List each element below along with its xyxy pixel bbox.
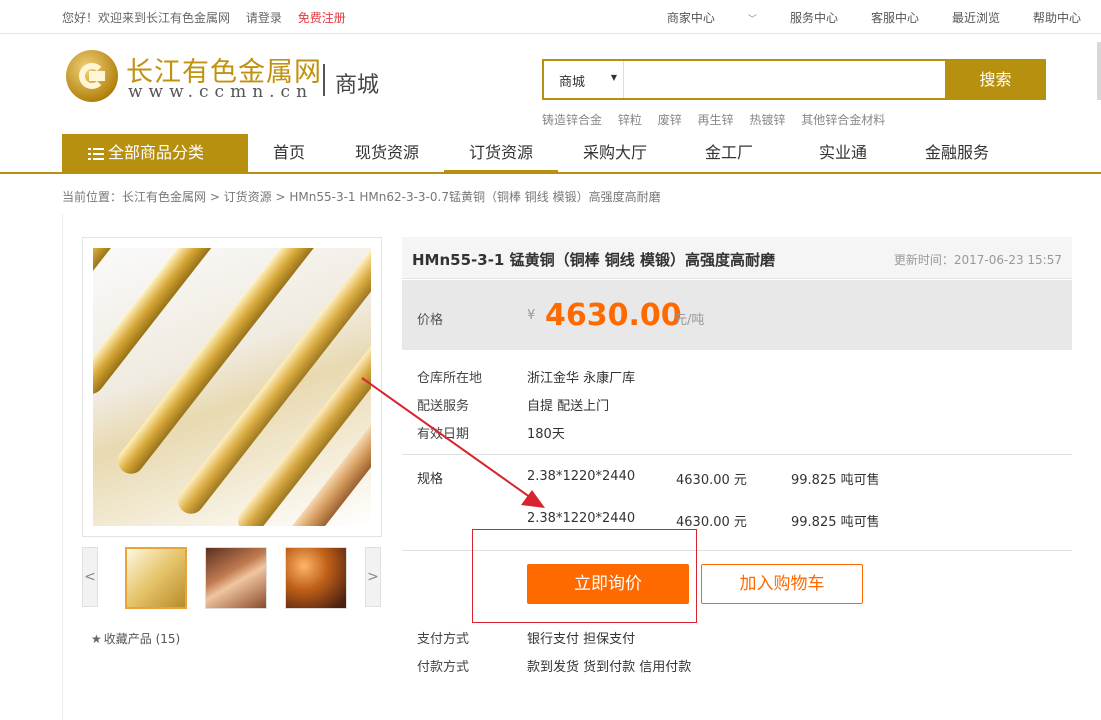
- hot-keywords: 铸造锌合金 锌粒 废锌 再生锌 热镀锌 其他锌合金材料: [542, 111, 897, 128]
- hotword-link[interactable]: 热镀锌: [749, 113, 785, 127]
- logo-divider: [323, 64, 325, 96]
- search-box: 商城 ▼ 搜索: [542, 59, 1046, 100]
- spec-stock: 99.825 吨可售: [791, 515, 880, 530]
- thumbnail-2[interactable]: [205, 547, 267, 609]
- hotword-link[interactable]: 锌粒: [618, 113, 642, 127]
- currency-symbol: ¥: [527, 308, 536, 323]
- price-bar: 价格 ¥ 4630.00 元/吨: [402, 280, 1072, 350]
- info-row-payment-terms: 付款方式 款到发货 货到付款 信用付款: [417, 660, 692, 675]
- hotword-link[interactable]: 其他锌合金材料: [801, 113, 885, 127]
- price-unit: 元/吨: [674, 313, 705, 328]
- hotword-link[interactable]: 再生锌: [698, 113, 734, 127]
- spec-label: 规格: [417, 472, 444, 487]
- update-time: 更新时间：2017-06-23 15:57: [893, 253, 1062, 267]
- favorite-button[interactable]: ★ 收藏产品 (15): [91, 630, 180, 647]
- nav-item-industry[interactable]: 实业通: [786, 134, 900, 172]
- spec-price: 4630.00 元: [676, 473, 747, 488]
- product-main-image[interactable]: [82, 237, 382, 537]
- spec-price: 4630.00 元: [676, 515, 747, 530]
- top-bar-links: 商家中心 ﹀ 服务中心 客服中心 最近浏览 帮助中心: [601, 9, 1081, 26]
- chevron-down-icon: ﹀: [747, 15, 757, 25]
- logo-url: www.ccmn.cn: [128, 82, 314, 102]
- seller-center-link[interactable]: 商家中心 ﹀: [634, 9, 757, 26]
- menu-icon: [88, 148, 104, 160]
- info-row-delivery: 配送服务 自提 配送上门: [417, 399, 610, 414]
- spec-size: 2.38*1220*2440: [527, 511, 636, 526]
- top-bar-left: 您好！欢迎来到长江有色金属网 请登录 免费注册: [62, 9, 358, 26]
- info-row-validity: 有效日期 180天: [417, 427, 565, 442]
- top-bar: 您好！欢迎来到长江有色金属网 请登录 免费注册 商家中心 ﹀ 服务中心 客服中心 …: [0, 0, 1101, 34]
- thumbs-prev-button[interactable]: <: [82, 547, 98, 607]
- breadcrumb: 当前位置：长江有色金属网 > 订货资源 > HMn55-3-1 HMn62-3-…: [62, 190, 661, 204]
- all-categories-button[interactable]: 全部商品分类: [62, 134, 248, 172]
- register-link[interactable]: 免费注册: [298, 11, 346, 25]
- search-button[interactable]: 搜索: [945, 59, 1046, 100]
- product-title: HMn55-3-1 锰黄铜（铜棒 铜线 模锻）高强度高耐磨: [412, 251, 776, 269]
- divider: [402, 454, 1072, 455]
- nav-item-factory[interactable]: 金工厂: [672, 134, 786, 172]
- brass-rods-photo: [93, 248, 371, 526]
- annotation-highlight-box: [472, 529, 697, 623]
- product-title-bar: HMn55-3-1 锰黄铜（铜棒 铜线 模锻）高强度高耐磨 更新时间：2017-…: [402, 237, 1072, 279]
- search-category-select[interactable]: 商城 ▼: [544, 61, 624, 98]
- spec-stock: 99.825 吨可售: [791, 473, 880, 488]
- nav-item-spot[interactable]: 现货资源: [330, 134, 444, 172]
- thumbnail-3[interactable]: [285, 547, 347, 609]
- thumbs-next-button[interactable]: >: [365, 547, 381, 607]
- price-value: 4630.00: [545, 298, 682, 333]
- customer-service-link[interactable]: 客服中心: [871, 9, 919, 26]
- scrollbar[interactable]: [1097, 42, 1101, 100]
- thumbnail-1[interactable]: [125, 547, 187, 609]
- info-row-warehouse: 仓库所在地 浙江金华 永康厂库: [417, 371, 636, 386]
- dropdown-arrow-icon: ▼: [610, 73, 617, 82]
- nav-items: 首页 现货资源 订货资源 采购大厅 金工厂 实业通 金融服务: [248, 134, 1014, 172]
- hotword-link[interactable]: 铸造锌合金: [542, 113, 602, 127]
- nav-item-home[interactable]: 首页: [248, 134, 330, 172]
- recent-views-link[interactable]: 最近浏览: [952, 9, 1000, 26]
- hotword-link[interactable]: 废锌: [658, 113, 682, 127]
- add-to-cart-button[interactable]: 加入购物车: [701, 564, 863, 604]
- nav-item-order[interactable]: 订货资源: [444, 134, 558, 172]
- help-center-link[interactable]: 帮助中心: [1033, 9, 1081, 26]
- logo-icon[interactable]: [66, 50, 118, 102]
- login-link[interactable]: 请登录: [246, 11, 282, 25]
- greeting-text: 您好！欢迎来到长江有色金属网: [62, 11, 231, 25]
- nav-item-purchase[interactable]: 采购大厅: [558, 134, 672, 172]
- nav-item-finance[interactable]: 金融服务: [900, 134, 1014, 172]
- price-label: 价格: [417, 313, 444, 328]
- service-center-link[interactable]: 服务中心: [790, 9, 838, 26]
- star-icon: ★: [91, 632, 102, 646]
- main-nav: 全部商品分类 首页 现货资源 订货资源 采购大厅 金工厂 实业通 金融服务: [0, 134, 1101, 174]
- info-row-payment-method: 支付方式 银行支付 担保支付: [417, 632, 636, 647]
- spec-size: 2.38*1220*2440: [527, 469, 636, 484]
- mall-label: 商城: [335, 73, 380, 98]
